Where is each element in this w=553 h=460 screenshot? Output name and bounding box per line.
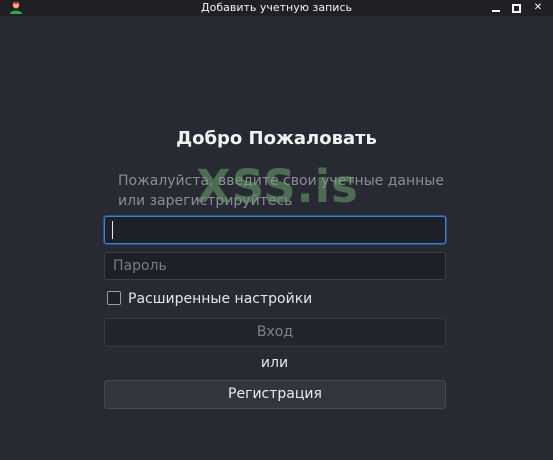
maximize-icon[interactable]	[509, 1, 523, 15]
login-button[interactable]: Вход	[104, 318, 446, 347]
advanced-settings-checkbox[interactable]	[107, 291, 121, 305]
close-icon[interactable]: ✕	[531, 1, 545, 15]
login-input[interactable]	[104, 216, 446, 244]
minimize-icon[interactable]	[489, 1, 503, 15]
subtitle-text: Пожалуйста, введите свои учетные данные …	[118, 173, 444, 209]
advanced-settings-label[interactable]: Расширенные настройки	[128, 290, 312, 308]
register-button[interactable]: Регистрация	[104, 380, 446, 409]
window-title: Добавить учетную запись	[201, 1, 352, 14]
title-bar: Добавить учетную запись ✕	[0, 0, 553, 16]
or-separator: или	[260, 355, 289, 371]
text-cursor	[112, 221, 113, 239]
password-input[interactable]	[104, 252, 446, 280]
welcome-heading: Добро Пожаловать	[176, 128, 377, 149]
